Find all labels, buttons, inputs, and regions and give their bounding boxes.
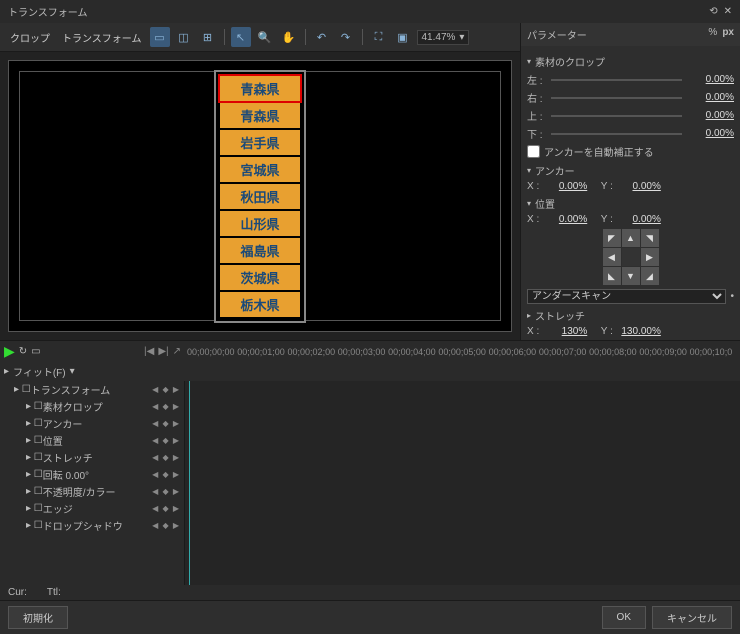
loop-icon[interactable]: ↻: [19, 346, 27, 357]
crop-top-slider[interactable]: [551, 115, 682, 117]
list-item[interactable]: 栃木県: [220, 292, 300, 317]
title-list: 青森県 青森県 岩手県 宮城県 秋田県 山形県 福島県 茨城県 栃木県: [214, 70, 306, 323]
timeline-tracks[interactable]: [185, 381, 740, 585]
underscan-select[interactable]: アンダースキャン: [527, 289, 726, 304]
undo-icon[interactable]: ↶: [312, 27, 332, 47]
title-bar: トランスフォーム ⟲ ✕: [0, 0, 740, 23]
list-item[interactable]: 青森県: [220, 76, 300, 101]
parameters-panel: パラメーター %px ▾素材のクロップ 左 :0.00% 右 :0.00% 上 …: [520, 23, 740, 340]
timeline-tree: ▸ ☐ トランスフォーム◀ ◆ ▶ ▸ ☐ 素材クロップ◀ ◆ ▶ ▸ ☐ アン…: [0, 381, 185, 585]
back-icon[interactable]: ⟲: [709, 6, 717, 17]
crop-right-slider[interactable]: [551, 97, 682, 99]
list-item[interactable]: 山形県: [220, 211, 300, 236]
position-arrows[interactable]: ◤▲◥◀▶◣▼◢: [603, 229, 659, 285]
playhead[interactable]: [189, 381, 190, 585]
crop-bottom-slider[interactable]: [551, 133, 682, 135]
tab-crop[interactable]: クロップ: [6, 30, 54, 45]
list-item[interactable]: 福島県: [220, 238, 300, 263]
unit-pct[interactable]: %: [705, 27, 720, 42]
close-icon[interactable]: ✕: [724, 6, 732, 17]
cancel-button[interactable]: キャンセル: [652, 606, 732, 629]
magnify-icon[interactable]: 🔍: [255, 27, 275, 47]
chevron-down-icon[interactable]: ▾: [527, 57, 531, 66]
window-title: トランスフォーム: [8, 4, 88, 19]
chevron-down-icon[interactable]: ▾: [527, 166, 531, 175]
hand-icon[interactable]: ✋: [279, 27, 299, 47]
mode-3d-icon[interactable]: ◫: [174, 27, 194, 47]
toolbar: クロップ トランスフォーム ▭ ◫ ⊞ ↖ 🔍 ✋ ↶ ↷ ⛶ ▣ 41.47%…: [0, 23, 520, 52]
list-item[interactable]: 宮城県: [220, 157, 300, 182]
timeline: ▶ ↻ ▭ |◀ ▶| ↗ 00;00;00;0000;00;01;0000;00;…: [0, 340, 740, 600]
ok-button[interactable]: OK: [602, 606, 646, 629]
expand-icon[interactable]: ⛶: [369, 27, 389, 47]
init-button[interactable]: 初期化: [8, 606, 68, 629]
crop-left-slider[interactable]: [551, 79, 682, 81]
time-ruler[interactable]: 00;00;00;0000;00;01;0000;00;02;0000;00;0…: [185, 341, 740, 362]
prev-key-icon[interactable]: |◀: [144, 346, 154, 357]
play-icon[interactable]: ▶: [4, 343, 15, 360]
chevron-down-icon[interactable]: ▾: [527, 199, 531, 208]
chevron-down-icon: ▾: [459, 32, 464, 43]
list-item[interactable]: 茨城県: [220, 265, 300, 290]
zoom-select[interactable]: 41.47%▾: [417, 30, 470, 45]
unit-px[interactable]: px: [722, 27, 734, 42]
mode-2d-icon[interactable]: ▭: [150, 27, 170, 47]
grid-icon[interactable]: ⊞: [198, 27, 218, 47]
auto-anchor-checkbox[interactable]: [527, 145, 540, 158]
display-icon[interactable]: ▭: [31, 346, 40, 357]
panel-title: パラメーター: [527, 27, 587, 42]
list-item[interactable]: 岩手県: [220, 130, 300, 155]
next-key-icon[interactable]: ▶|: [158, 346, 168, 357]
redo-icon[interactable]: ↷: [336, 27, 356, 47]
status-bar: Cur:Ttl:: [0, 585, 740, 600]
preview-area: 青森県 青森県 岩手県 宮城県 秋田県 山形県 福島県 茨城県 栃木県: [0, 52, 520, 340]
arrow-icon[interactable]: ↖: [231, 27, 251, 47]
list-item[interactable]: 青森県: [220, 103, 300, 128]
list-item[interactable]: 秋田県: [220, 184, 300, 209]
graph-icon[interactable]: ↗: [173, 346, 181, 357]
safe-icon[interactable]: ▣: [393, 27, 413, 47]
tab-transform[interactable]: トランスフォーム: [58, 30, 146, 45]
